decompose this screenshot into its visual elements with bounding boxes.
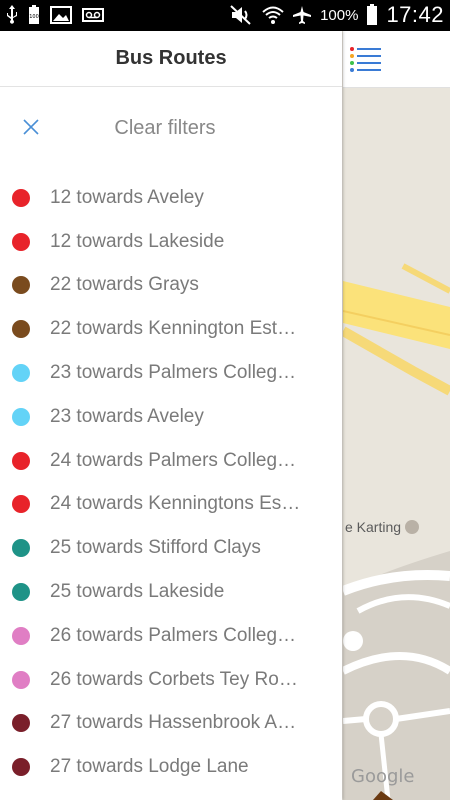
route-label: 25 towards Lakeside — [50, 581, 225, 603]
routes-drawer: Bus Routes Clear filters 12 towards Avel… — [0, 31, 342, 800]
route-label: 12 towards Aveley — [50, 186, 204, 208]
voicemail-icon — [82, 8, 104, 22]
route-label: 12 towards Lakeside — [50, 230, 225, 252]
map-header — [343, 31, 450, 88]
route-item[interactable]: 27 towards Lodge Lane — [0, 745, 342, 789]
route-item[interactable]: 23 towards Palmers Colleg… — [0, 351, 342, 395]
route-item[interactable]: 23 towards Aveley — [0, 395, 342, 439]
route-label: 27 towards Lodge Lane — [50, 756, 249, 778]
map-poi[interactable]: e Karting — [345, 519, 420, 535]
route-color-dot — [12, 758, 30, 777]
route-item[interactable]: 12 towards Aveley — [0, 176, 342, 220]
status-time: 17:42 — [386, 2, 444, 27]
route-label: 27 towards Hassenbrook A… — [50, 712, 297, 734]
route-item[interactable]: 26 towards Palmers Colleg… — [0, 614, 342, 658]
mute-icon — [230, 5, 254, 25]
route-color-dot — [12, 451, 30, 470]
route-item[interactable]: 22 towards Grays — [0, 264, 342, 308]
route-color-dot — [12, 714, 30, 733]
route-color-dot — [12, 364, 30, 383]
route-label: 24 towards Kenningtons Es… — [50, 493, 301, 515]
clear-filters-button[interactable]: Clear filters — [0, 87, 342, 169]
route-label: 23 towards Aveley — [50, 405, 204, 427]
drawer-header: Bus Routes — [0, 31, 342, 87]
route-label: 22 towards Kennington Est… — [50, 318, 297, 340]
clear-filters-label: Clear filters — [114, 116, 216, 139]
route-item[interactable]: 12 towards Lakeside — [0, 220, 342, 264]
route-color-dot — [12, 495, 30, 514]
route-label: 26 towards Palmers Colleg… — [50, 624, 297, 646]
route-label: 23 towards Palmers Colleg… — [50, 362, 297, 384]
route-item[interactable]: 26 towards Corbets Tey Ro… — [0, 658, 342, 702]
route-label: 24 towards Palmers Colleg… — [50, 449, 297, 471]
route-list: 12 towards Aveley 12 towards Lakeside 22 t… — [0, 176, 342, 800]
route-item[interactable]: 25 towards Lakeside — [0, 570, 342, 614]
map-roads — [343, 87, 450, 800]
airplane-icon — [292, 5, 312, 25]
route-item[interactable]: 27 towards Hassenbrook A… — [0, 702, 342, 746]
battery-saver-icon: 100 — [28, 5, 40, 25]
poi-label: e Karting — [345, 519, 402, 535]
drawer-title: Bus Routes — [115, 47, 227, 69]
map-view[interactable]: e Karting Google — [343, 31, 450, 800]
route-color-dot — [12, 407, 30, 426]
route-color-dot — [12, 276, 30, 295]
route-color-dot — [12, 670, 30, 689]
route-color-dot — [12, 232, 30, 251]
route-item[interactable]: 22 towards Kennington Est… — [0, 307, 342, 351]
svg-text:100: 100 — [29, 14, 39, 20]
route-color-dot — [12, 188, 30, 207]
battery-percent: 100% — [320, 6, 359, 24]
route-item[interactable]: 25 towards Stifford Clays — [0, 526, 342, 570]
wifi-icon — [262, 5, 284, 25]
status-bar: 100 100% 17:42 — [0, 0, 450, 31]
usb-icon — [6, 5, 18, 25]
image-icon — [50, 6, 72, 24]
route-color-dot — [12, 626, 30, 645]
poi-icon — [405, 520, 420, 534]
list-toggle-icon[interactable] — [349, 45, 383, 73]
route-item[interactable]: 24 towards Kenningtons Es… — [0, 483, 342, 527]
route-color-dot — [12, 320, 30, 339]
route-item[interactable]: 33 towards Grays — [0, 789, 342, 800]
google-logo: Google — [351, 766, 415, 787]
route-item[interactable]: 24 towards Palmers Colleg… — [0, 439, 342, 483]
battery-icon — [366, 4, 378, 26]
route-label: 25 towards Stifford Clays — [50, 537, 261, 559]
route-color-dot — [12, 539, 30, 558]
route-color-dot — [12, 583, 30, 602]
route-label: 22 towards Grays — [50, 274, 199, 296]
route-label: 26 towards Corbets Tey Ro… — [50, 668, 298, 690]
